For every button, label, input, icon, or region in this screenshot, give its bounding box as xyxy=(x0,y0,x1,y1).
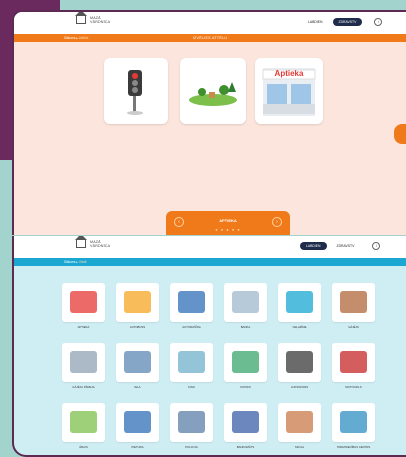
header: MAZĀ VĀRDNĪCA LABDIEN ZDRAVSTV i xyxy=(14,12,406,34)
word-tile-label: GĀJĒJU PĀREJA xyxy=(72,385,95,389)
word-tile-label: POLICIJA xyxy=(185,445,198,449)
field-trees-icon xyxy=(189,82,237,106)
word-tile-label: CEĻAZĪME xyxy=(292,325,307,329)
word-tile[interactable] xyxy=(278,403,321,442)
word-illustration-icon xyxy=(178,291,205,313)
word-tile-label: PIETURA xyxy=(131,445,144,449)
word-tile[interactable] xyxy=(332,403,375,442)
option-card-field[interactable] xyxy=(180,58,246,124)
word-illustration-icon xyxy=(178,411,205,433)
option-card-traffic-light[interactable] xyxy=(104,58,168,124)
word-tile-label: BANKOMĀTS xyxy=(236,445,255,449)
word-tile-label: LUKSOFORS xyxy=(290,385,309,389)
word-illustration-icon xyxy=(286,291,313,313)
word-tile-label: KIOSKS xyxy=(240,385,251,389)
info-icon[interactable]: i xyxy=(374,18,383,26)
word-tile-label: APTIEKA xyxy=(77,325,90,329)
app-logo[interactable]: MAZĀ VĀRDNĪCA xyxy=(75,12,111,24)
traffic-light-icon xyxy=(127,70,143,115)
breadcrumb-bar: Sākums ▸ Vārdi xyxy=(14,258,406,266)
lang-option-ru[interactable]: ZDRAVSTV xyxy=(331,242,361,250)
word-tile[interactable] xyxy=(170,343,213,382)
lang-option-ru[interactable]: ZDRAVSTV xyxy=(332,18,363,26)
word-illustration-icon xyxy=(286,351,313,373)
option-card-aptieka[interactable]: Aptieka xyxy=(255,58,323,124)
word-illustration-icon xyxy=(286,411,313,433)
pharmacy-building-icon xyxy=(262,68,316,116)
word-illustration-icon xyxy=(340,351,367,373)
quiz-screen: MAZĀ VĀRDNĪCA LABDIEN ZDRAVSTV i Sākums … xyxy=(12,10,406,235)
words-screen: MAZĀ VĀRDNĪCA LABDIEN ZDRAVSTV i Sākums … xyxy=(12,236,406,457)
header: MAZĀ VĀRDNĪCA LABDIEN ZDRAVSTV i xyxy=(14,236,406,258)
breadcrumb-bar: Sākums ▸ Atklāts IZVĒLIES ATTĒLU xyxy=(14,34,406,42)
word-tile[interactable] xyxy=(278,283,321,322)
word-illustration-icon xyxy=(232,411,259,433)
language-switch: LABDIEN ZDRAVSTV i xyxy=(302,18,383,26)
word-illustration-icon xyxy=(232,351,259,373)
word-tile-label: MOTOCIKLS xyxy=(345,385,362,389)
word-tile-label: KINO xyxy=(188,385,195,389)
page-dots: ● ● ● ● ● xyxy=(215,227,241,232)
word-tile[interactable] xyxy=(62,283,105,322)
word-illustration-icon xyxy=(124,291,151,313)
language-switch: LABDIEN ZDRAVSTV i xyxy=(300,242,381,250)
word-tile[interactable] xyxy=(116,343,159,382)
info-icon[interactable]: i xyxy=(372,242,381,250)
word-illustration-icon xyxy=(340,411,367,433)
page-title: IZVĒLIES ATTĒLU xyxy=(192,36,228,40)
word-tile[interactable] xyxy=(62,403,105,442)
word-tile-label: IELA xyxy=(134,385,141,389)
word-illustration-icon xyxy=(232,291,259,313)
word-tile-label: AUTOMAŠĪNA xyxy=(182,325,201,329)
word-tile[interactable] xyxy=(332,343,375,382)
home-icon xyxy=(75,12,87,24)
word-illustration-icon xyxy=(178,351,205,373)
next-arrow-button[interactable] xyxy=(394,124,406,144)
word-illustration-icon xyxy=(124,351,151,373)
logo-line-2: VĀRDNĪCA xyxy=(90,244,111,248)
lang-option-lv[interactable]: LABDIEN xyxy=(300,242,327,250)
word-tile[interactable] xyxy=(116,283,159,322)
word-illustration-icon xyxy=(70,351,97,373)
word-tile[interactable] xyxy=(170,403,213,442)
word-tile-label: GĀJĒJS xyxy=(348,325,359,329)
lang-option-lv[interactable]: LABDIEN xyxy=(302,18,329,26)
app-logo[interactable]: MAZĀ VĀRDNĪCA xyxy=(75,236,111,248)
word-tile[interactable] xyxy=(224,343,267,382)
word-tile[interactable] xyxy=(224,283,267,322)
word-tile[interactable] xyxy=(170,283,213,322)
breadcrumb-home[interactable]: Sākums xyxy=(64,260,76,264)
home-icon xyxy=(75,236,87,248)
word-tile-label: ĀRAIS xyxy=(79,445,88,449)
word-tile-label: AUTOBUSS xyxy=(129,325,146,329)
word-illustration-icon xyxy=(70,291,97,313)
next-arrow-icon[interactable]: › xyxy=(272,217,282,227)
word-illustration-icon xyxy=(124,411,151,433)
word-tile[interactable] xyxy=(278,343,321,382)
word-tile[interactable] xyxy=(224,403,267,442)
answer-bar: ‹ APTIEKA › ● ● ● ● ● xyxy=(166,211,290,235)
word-tile[interactable] xyxy=(332,283,375,322)
word-illustration-icon xyxy=(340,291,367,313)
word-tile-label: BANKA xyxy=(240,325,251,329)
word-tile-label: TIRDZNIECĪBAS CENTRS xyxy=(336,445,371,449)
word-tile[interactable] xyxy=(116,403,159,442)
word-tile[interactable] xyxy=(62,343,105,382)
logo-line-2: VĀRDNĪCA xyxy=(90,20,111,24)
breadcrumb: Sākums ▸ Vārdi xyxy=(64,260,87,264)
breadcrumb-current: Vārdi xyxy=(78,260,87,264)
word-tile-label: SKOLA xyxy=(294,445,305,449)
aptieka-sign-text: Aptieka xyxy=(274,69,304,78)
word-illustration-icon xyxy=(70,411,97,433)
